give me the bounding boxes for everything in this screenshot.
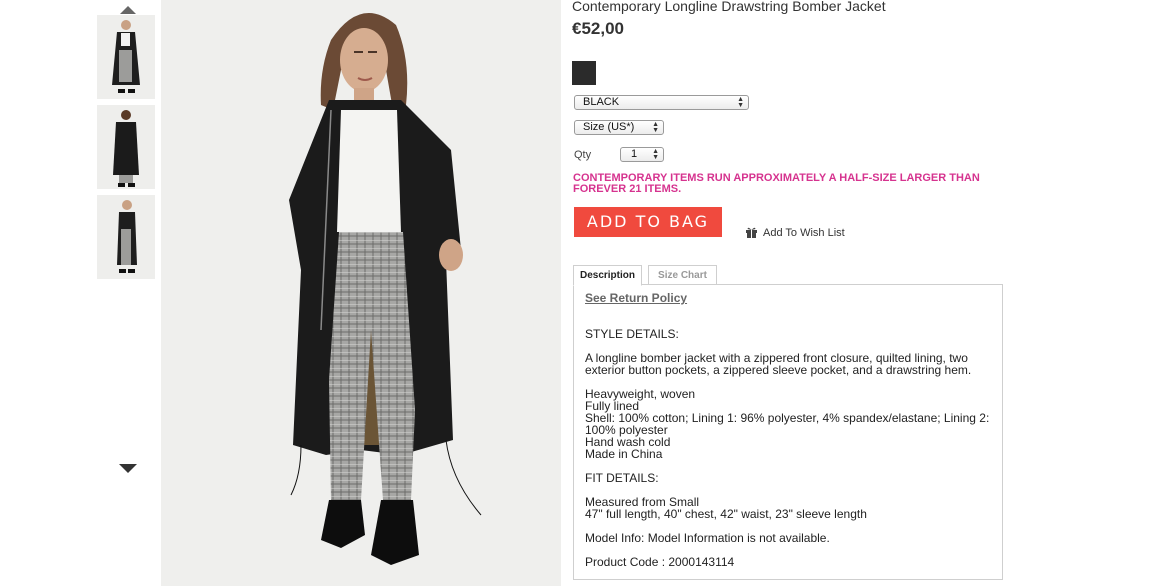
- add-to-bag-button[interactable]: ADD TO BAG: [574, 207, 722, 237]
- qty-select-value: 1: [631, 148, 638, 160]
- fit-line: 47" full length, 40" chest, 42" waist, 2…: [585, 507, 867, 521]
- sizing-notice: CONTEMPORARY ITEMS RUN APPROXIMATELY A H…: [573, 172, 980, 195]
- materials-list: Heavyweight, woven Fully lined Shell: 10…: [585, 388, 991, 460]
- thumbnail-scroll-down-icon[interactable]: [119, 464, 137, 473]
- material-line: Made in China: [585, 447, 663, 461]
- thumbnail-front[interactable]: [97, 15, 155, 99]
- style-details-text: A longline bomber jacket with a zippered…: [585, 351, 972, 377]
- main-product-image[interactable]: [161, 0, 561, 586]
- model-back-thumbnail-image: [97, 105, 155, 189]
- select-arrows-icon: ▲ ▼: [652, 121, 659, 134]
- product-title: Contemporary Longline Drawstring Bomber …: [572, 0, 886, 14]
- thumbnail-scroll-up-icon[interactable]: [120, 6, 136, 14]
- tab-size-chart[interactable]: Size Chart: [648, 265, 717, 285]
- add-to-wish-list-link[interactable]: Add To Wish List: [745, 226, 845, 241]
- color-select[interactable]: BLACK ▲ ▼: [574, 95, 749, 110]
- thumbnail-back[interactable]: [97, 105, 155, 189]
- thumbnail-side[interactable]: [97, 195, 155, 279]
- color-swatch-black[interactable]: [572, 61, 596, 85]
- qty-select[interactable]: 1 ▲ ▼: [620, 147, 664, 162]
- model-front-thumbnail-image: [97, 15, 155, 99]
- size-select[interactable]: Size (US*) ▲ ▼: [574, 120, 664, 135]
- product-code: Product Code : 2000143114: [585, 555, 735, 569]
- model-wearing-bomber-jacket-image: [161, 0, 561, 586]
- color-select-value: BLACK: [583, 96, 620, 108]
- style-details-heading: STYLE DETAILS:: [585, 327, 679, 341]
- product-price: €52,00: [572, 19, 624, 38]
- select-arrows-icon: ▲ ▼: [737, 96, 744, 109]
- gift-icon: [745, 226, 758, 241]
- select-arrows-icon: ▲ ▼: [652, 148, 659, 161]
- size-select-value: Size (US*): [583, 121, 635, 133]
- material-line: Shell: 100% cotton; Lining 1: 96% polyes…: [585, 411, 990, 437]
- fit-details-heading: FIT DETAILS:: [585, 471, 659, 485]
- model-info: Model Info: Model Information is not ava…: [585, 531, 830, 545]
- material-line: Heavyweight, woven: [585, 387, 696, 401]
- tab-description[interactable]: Description: [573, 265, 642, 286]
- return-policy-link[interactable]: See Return Policy: [585, 292, 991, 304]
- description-panel: See Return Policy STYLE DETAILS: A longl…: [573, 284, 1003, 580]
- model-side-thumbnail-image: [97, 195, 155, 279]
- wish-list-label: Add To Wish List: [763, 227, 845, 239]
- fit-details-list: Measured from Small 47" full length, 40"…: [585, 496, 991, 520]
- qty-label: Qty: [574, 149, 592, 161]
